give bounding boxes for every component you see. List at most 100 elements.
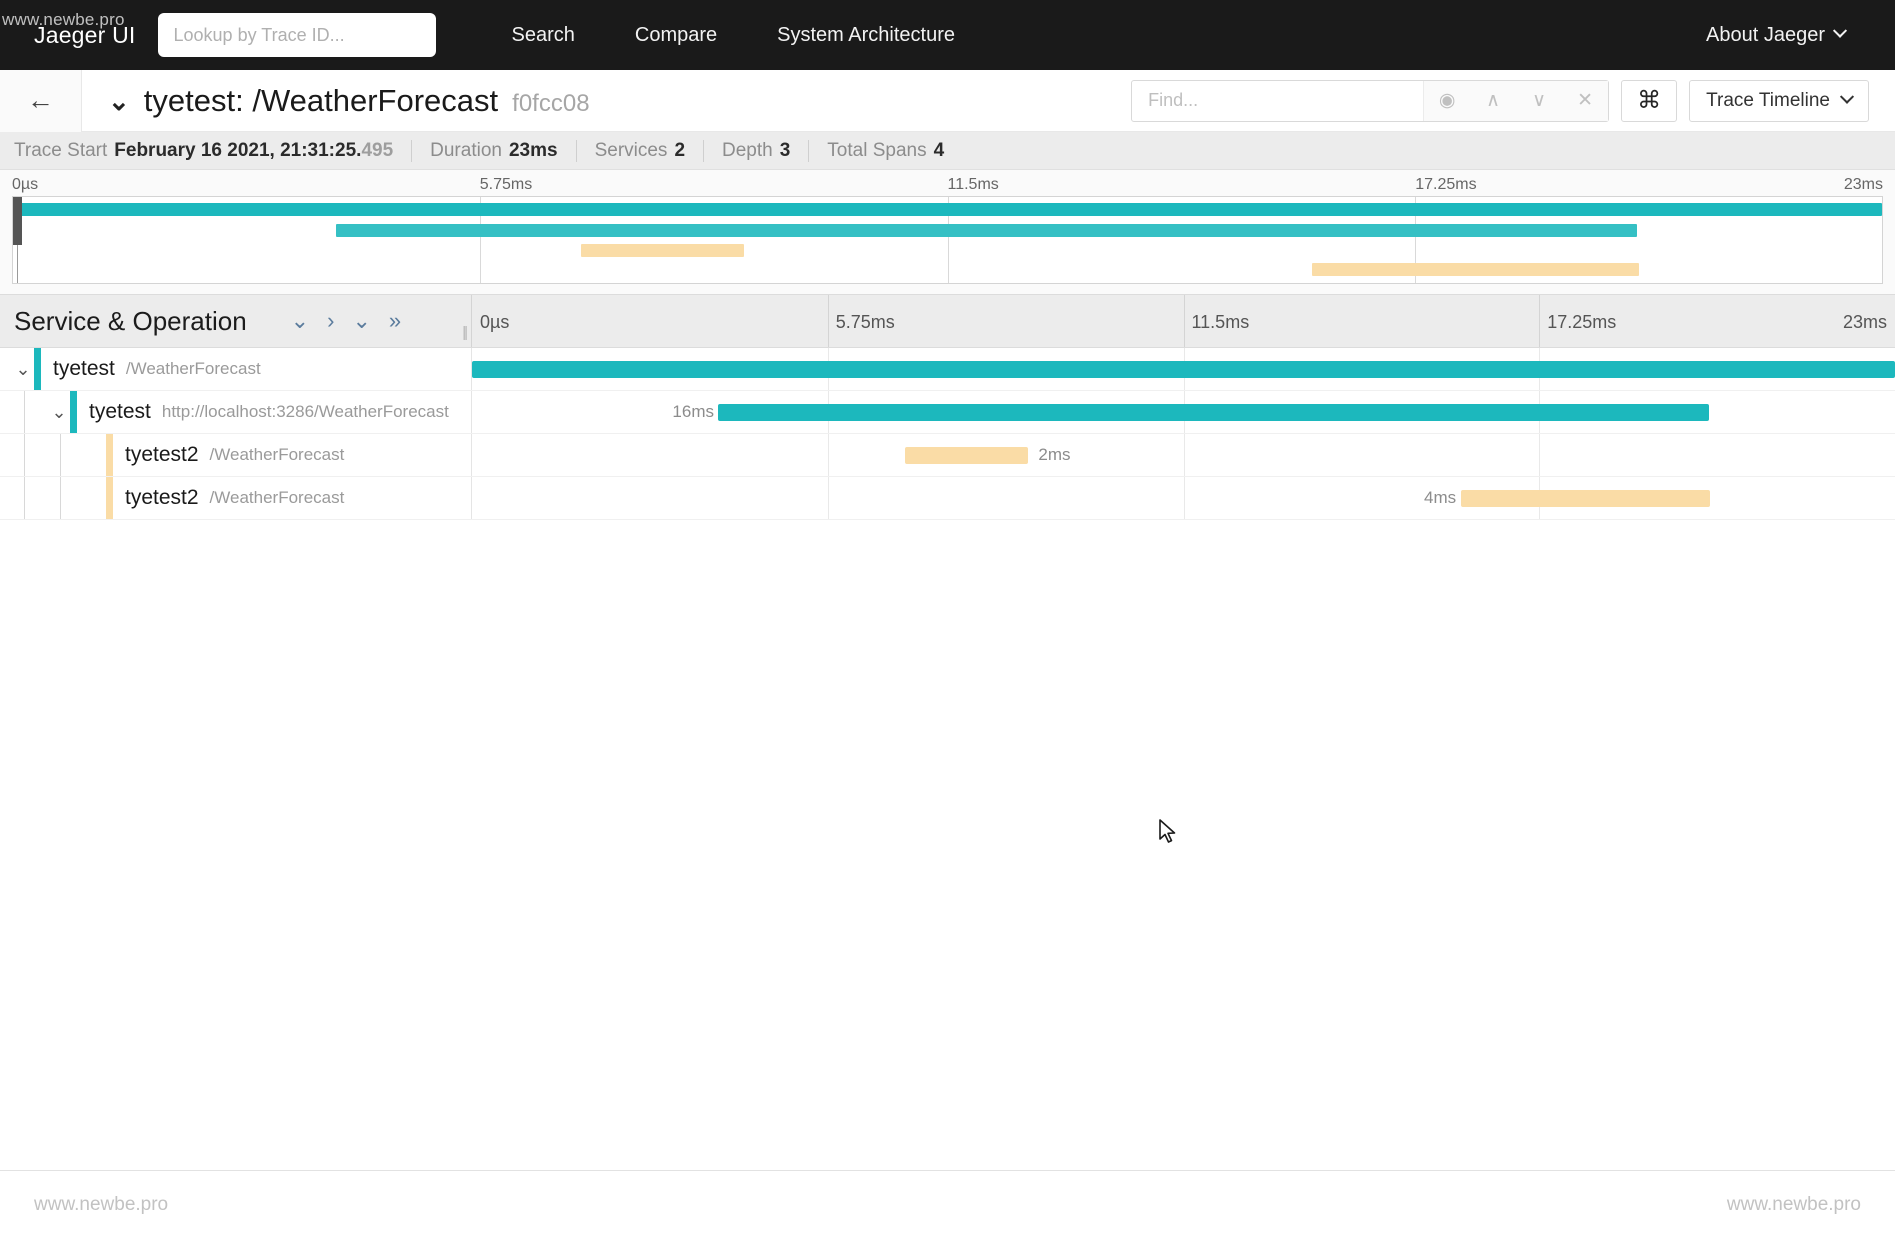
span-bar[interactable] (904, 447, 1029, 464)
minimap-tick: 11.5ms (947, 176, 999, 193)
next-match-icon[interactable]: ∨ (1516, 81, 1562, 121)
table-row[interactable]: ⌄ tyetest /WeatherForecast (0, 348, 1895, 391)
indent-guide (60, 477, 61, 519)
collapse-all-icon[interactable]: » (389, 310, 401, 332)
span-bar-cell[interactable]: 16ms (472, 391, 1895, 433)
arrow-left-icon: ← (27, 85, 54, 115)
column-resize-handle[interactable]: || (462, 324, 468, 341)
span-operation-name: /WeatherForecast (125, 359, 261, 378)
command-icon: ⌘ (1637, 87, 1662, 114)
trace-meta-bar: Trace Start February 16 2021, 21:31:25.4… (0, 132, 1895, 170)
column-header-label: Service & Operation (14, 305, 247, 336)
expand-one-icon[interactable]: ⌄ (291, 310, 309, 332)
keyboard-shortcuts-button[interactable]: ⌘ (1621, 79, 1678, 122)
span-bar[interactable] (718, 404, 1709, 421)
app-brand[interactable]: Jaeger UI www.newbe.pro (2, 10, 136, 49)
meta-value-fraction: 495 (361, 139, 394, 161)
footer-watermark-left: www.newbe.pro (34, 1193, 169, 1215)
span-bar[interactable] (472, 361, 1895, 378)
timeline-tick: 0µs (480, 312, 510, 332)
meta-value: February 16 2021, 21:31:25.495 (114, 139, 394, 161)
meta-value: 23ms (508, 139, 558, 161)
footer-watermark-right: www.newbe.pro (1726, 1193, 1861, 1215)
timeline-gridline (1183, 477, 1185, 519)
find-actions: ◉ ∧ ∨ ✕ (1423, 80, 1609, 121)
minimap-viewport-handle-left[interactable] (13, 197, 22, 245)
span-bar-cell[interactable] (472, 348, 1895, 390)
meta-services: Services 2 (575, 139, 703, 162)
nav-links: Search Compare System Architecture (482, 24, 985, 47)
timeline-tick: 11.5ms (1191, 312, 1250, 332)
span-color-accent (34, 348, 41, 390)
indent-guide (24, 391, 25, 433)
span-label-cell[interactable]: tyetest2 /WeatherForecast (0, 477, 472, 519)
view-mode-select[interactable]: Trace Timeline (1689, 79, 1869, 122)
page-footer: www.newbe.pro www.newbe.pro (0, 1170, 1895, 1238)
trace-header: ← ⌄ tyetest: /WeatherForecast f0fcc08 ◉ … (0, 69, 1895, 132)
prev-match-icon[interactable]: ∧ (1470, 81, 1516, 121)
span-label-cell[interactable]: tyetest2 /WeatherForecast (0, 434, 472, 476)
view-mode-label: Trace Timeline (1706, 89, 1830, 111)
chevron-down-icon[interactable]: ⌄ (108, 88, 130, 114)
span-service-name: tyetest (89, 400, 151, 423)
minimap-tick: 17.25ms (1415, 176, 1477, 193)
minimap-canvas[interactable] (12, 196, 1883, 284)
minimap-tick-labels: 0µs 5.75ms 11.5ms 17.25ms 23ms (12, 170, 1883, 196)
empty-content-area (0, 520, 1895, 1238)
trace-id-lookup-input[interactable] (157, 13, 436, 57)
table-row[interactable]: ⌄ tyetest http://localhost:3286/WeatherF… (0, 391, 1895, 434)
meta-label: Trace Start (14, 139, 108, 161)
find-box: ◉ ∧ ∨ ✕ (1131, 79, 1610, 122)
span-operation-name: http://localhost:3286/WeatherForecast (161, 402, 449, 421)
span-color-accent (70, 391, 77, 433)
table-row[interactable]: tyetest2 /WeatherForecast 4ms (0, 477, 1895, 520)
span-bar-cell[interactable]: 2ms (472, 434, 1895, 476)
minimap-tick: 0µs (12, 176, 39, 193)
timeline-gridline (1183, 295, 1185, 347)
span-bar-cell[interactable]: 4ms (472, 477, 1895, 519)
focus-match-icon[interactable]: ◉ (1424, 81, 1470, 121)
timeline-gridline (827, 477, 829, 519)
clear-search-icon[interactable]: ✕ (1562, 81, 1608, 121)
table-row[interactable]: tyetest2 /WeatherForecast 2ms (0, 434, 1895, 477)
chevron-down-icon[interactable]: ⌄ (12, 359, 34, 380)
back-button[interactable]: ← (0, 69, 82, 132)
expand-all-icon[interactable]: ⌄ (352, 310, 370, 332)
nav-link-system-architecture[interactable]: System Architecture (747, 24, 985, 47)
meta-label: Total Spans (827, 139, 927, 161)
timeline-gridline (1539, 434, 1541, 476)
span-operation-name: /WeatherForecast (209, 488, 345, 507)
trace-id-label: f0fcc08 (512, 89, 590, 117)
indent-guide (24, 434, 25, 476)
span-operation-name: /WeatherForecast (209, 445, 345, 464)
nav-link-search[interactable]: Search (482, 24, 605, 47)
span-duration-label: 2ms (1038, 445, 1071, 464)
chevron-down-icon (1839, 89, 1855, 104)
timeline-tick: 5.75ms (835, 312, 895, 332)
collapse-one-icon[interactable]: › (327, 310, 334, 332)
minimap-tick: 23ms (1843, 176, 1883, 193)
meta-depth: Depth 3 (703, 139, 808, 162)
span-label-cell[interactable]: ⌄ tyetest http://localhost:3286/WeatherF… (0, 391, 472, 433)
span-label-cell[interactable]: ⌄ tyetest /WeatherForecast (0, 348, 472, 390)
nav-right-group: About Jaeger (1706, 24, 1861, 47)
trace-header-tools: ◉ ∧ ∨ ✕ ⌘ Trace Timeline (1131, 79, 1895, 122)
about-jaeger-label: About Jaeger (1706, 23, 1825, 46)
top-navigation-bar: Jaeger UI www.newbe.pro Search Compare S… (0, 0, 1895, 70)
app-brand-label: Jaeger UI (34, 21, 136, 48)
meta-duration: Duration 23ms (411, 139, 575, 162)
minimap-tick: 5.75ms (479, 176, 533, 193)
timeline-tick: 23ms (1842, 312, 1887, 332)
trace-minimap[interactable]: 0µs 5.75ms 11.5ms 17.25ms 23ms (0, 170, 1895, 294)
span-service-name: tyetest (53, 357, 115, 380)
nav-link-compare[interactable]: Compare (605, 24, 747, 47)
span-bar[interactable] (1460, 490, 1710, 507)
page-title: tyetest: /WeatherForecast (143, 82, 499, 118)
chevron-down-icon[interactable]: ⌄ (48, 402, 70, 423)
timeline-gridline (1183, 434, 1185, 476)
span-duration-label: 4ms (1424, 488, 1457, 507)
collapse-controls: ⌄ › ⌄ » (291, 310, 401, 332)
find-input[interactable] (1132, 80, 1424, 121)
about-jaeger-menu[interactable]: About Jaeger (1706, 24, 1861, 47)
meta-label: Depth (722, 139, 773, 161)
